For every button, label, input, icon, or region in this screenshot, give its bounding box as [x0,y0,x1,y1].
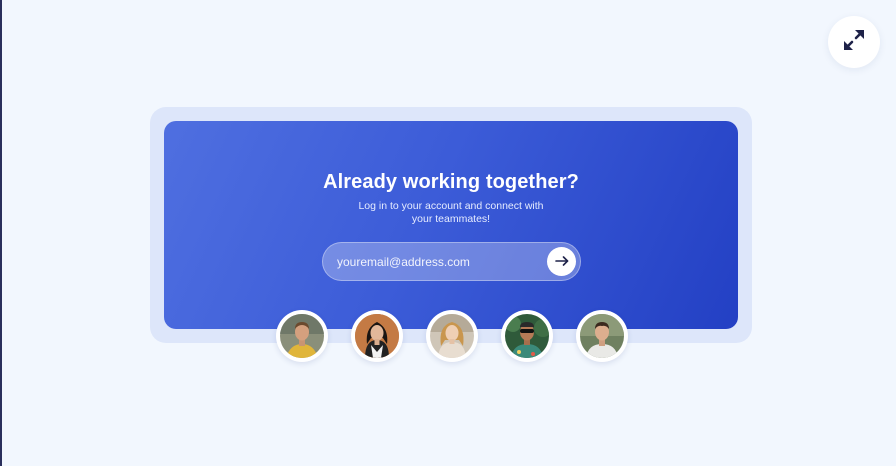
avatar[interactable] [276,310,328,362]
avatar-photo [355,314,399,358]
avatar-photo [505,314,549,358]
submit-button[interactable] [547,247,576,276]
avatar-photo [580,314,624,358]
arrow-right-icon [554,253,569,271]
card-subtitle: Log in to your account and connect with … [358,200,544,225]
email-input[interactable] [323,243,543,280]
avatar[interactable] [501,310,553,362]
page: Already working together? Log in to your… [0,0,896,466]
avatar-photo [430,314,474,358]
login-card: Already working together? Log in to your… [164,121,738,329]
card-title: Already working together? [323,171,579,193]
email-form [322,242,581,281]
expand-arrows-icon [841,27,867,58]
avatar[interactable] [351,310,403,362]
avatar-photo [280,314,324,358]
avatar[interactable] [576,310,628,362]
teammate-avatars [276,310,628,362]
expand-button[interactable] [828,16,880,68]
avatar[interactable] [426,310,478,362]
